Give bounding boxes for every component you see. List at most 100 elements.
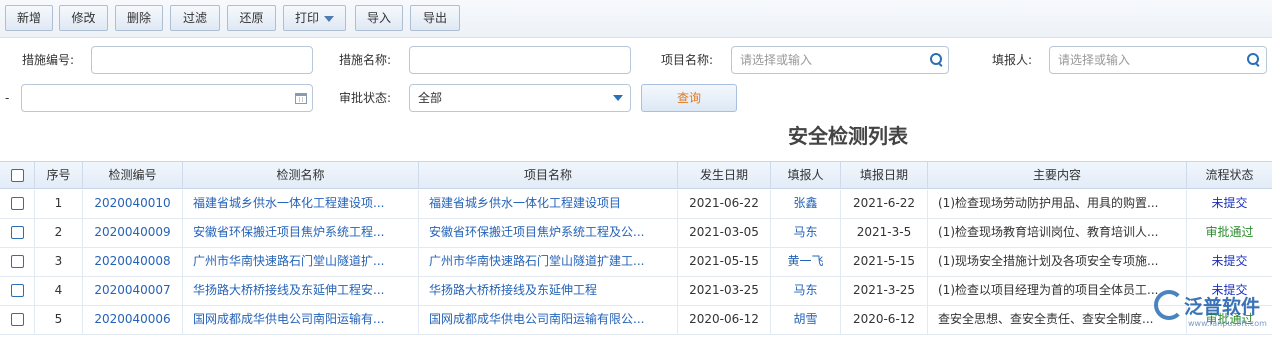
row-fill-date: 2021-3-25 — [841, 277, 928, 305]
header-reporter[interactable]: 填报人 — [771, 162, 841, 188]
search-icon[interactable] — [1247, 53, 1261, 67]
print-button[interactable]: 打印 — [283, 5, 346, 31]
row-name-link[interactable]: 国网成都成华供电公司南阳运输有... — [183, 306, 419, 334]
approval-status-label: 审批状态: — [339, 91, 392, 105]
print-label: 打印 — [294, 11, 319, 25]
row-reporter-link[interactable]: 马东 — [771, 277, 841, 305]
row-name-link[interactable]: 福建省城乡供水一体化工程建设项... — [183, 190, 419, 218]
row-checkbox[interactable] — [10, 197, 24, 210]
row-project-link[interactable]: 广州市华南快速路石门堂山隧道扩建工... — [419, 248, 678, 276]
row-checkbox[interactable] — [10, 284, 24, 297]
row-reporter-link[interactable]: 张鑫 — [771, 190, 841, 218]
row-content: (1)检查现场教育培训岗位、教育培训人... — [928, 219, 1187, 247]
row-content: 查安全思想、查安全责任、查安全制度... — [928, 306, 1187, 334]
row-checkbox[interactable] — [10, 313, 24, 326]
header-status[interactable]: 流程状态 — [1187, 162, 1272, 188]
select-all-checkbox[interactable] — [10, 169, 24, 182]
approval-status-value: 全部 — [418, 91, 443, 105]
restore-button[interactable]: 还原 — [227, 5, 276, 31]
chevron-down-icon — [613, 95, 623, 101]
row-date: 2021-03-25 — [678, 277, 771, 305]
table-row[interactable]: 3 2020040008 广州市华南快速路石门堂山隧道扩... 广州市华南快速路石门堂… — [0, 248, 1272, 277]
header-no: 序号 — [35, 162, 83, 188]
row-date: 2020-06-12 — [678, 306, 771, 334]
date-end-input[interactable] — [21, 84, 313, 112]
row-no: 5 — [35, 306, 83, 334]
page-title: 安全检测列表 — [788, 124, 908, 148]
row-fill-date: 2020-6-12 — [841, 306, 928, 334]
page: 新增 修改 删除 过滤 还原 打印 导入 导出 措施编号: 措施名称: 项目名称… — [0, 0, 1272, 337]
approval-status-select[interactable]: 全部 — [409, 84, 631, 112]
project-name-placeholder: 请选择或输入 — [740, 53, 813, 67]
row-code-link[interactable]: 2020040010 — [83, 190, 183, 218]
row-status[interactable]: 未提交 — [1187, 190, 1272, 218]
row-code-link[interactable]: 2020040009 — [83, 219, 183, 247]
row-name-link[interactable]: 广州市华南快速路石门堂山隧道扩... — [183, 248, 419, 276]
row-no: 2 — [35, 219, 83, 247]
row-reporter-link[interactable]: 黄一飞 — [771, 248, 841, 276]
select-all-cell — [0, 162, 35, 188]
chevron-down-icon — [324, 15, 334, 22]
query-button[interactable]: 查询 — [641, 84, 737, 112]
row-project-link[interactable]: 国网成都成华供电公司南阳运输有限公... — [419, 306, 678, 334]
header-name[interactable]: 检测名称 — [183, 162, 419, 188]
row-no: 4 — [35, 277, 83, 305]
row-project-link[interactable]: 安徽省环保搬迁项目焦炉系统工程及公... — [419, 219, 678, 247]
filter-button[interactable]: 过滤 — [170, 5, 220, 31]
row-checkbox[interactable] — [10, 255, 24, 268]
row-no: 3 — [35, 248, 83, 276]
row-project-link[interactable]: 华扬路大桥桥接线及东延伸工程 — [419, 277, 678, 305]
header-content[interactable]: 主要内容 — [928, 162, 1187, 188]
row-fill-date: 2021-5-15 — [841, 248, 928, 276]
header-date[interactable]: 发生日期 — [678, 162, 771, 188]
brand-logo-icon — [1154, 290, 1184, 320]
row-date: 2021-05-15 — [678, 248, 771, 276]
import-button[interactable]: 导入 — [355, 5, 403, 31]
header-fill-date[interactable]: 填报日期 — [841, 162, 928, 188]
measure-no-input[interactable] — [91, 46, 313, 74]
edit-button[interactable]: 修改 — [59, 5, 108, 31]
measure-name-input[interactable] — [409, 46, 631, 74]
calendar-icon[interactable] — [295, 93, 307, 104]
table-row[interactable]: 2 2020040009 安徽省环保搬迁项目焦炉系统工程... 安徽省环保搬迁项目焦炉… — [0, 219, 1272, 248]
row-date: 2021-03-05 — [678, 219, 771, 247]
row-code-link[interactable]: 2020040006 — [83, 306, 183, 334]
row-status[interactable]: 未提交 — [1187, 248, 1272, 276]
row-no: 1 — [35, 190, 83, 218]
brand-watermark: 泛普软件 www.fanpusoft.com — [1150, 288, 1272, 337]
reporter-label: 填报人: — [992, 53, 1033, 67]
row-select-cell — [0, 248, 35, 276]
export-button[interactable]: 导出 — [410, 5, 460, 31]
search-icon[interactable] — [930, 53, 944, 67]
table-row[interactable]: 1 2020040010 福建省城乡供水一体化工程建设项... 福建省城乡供水一体化工… — [0, 190, 1272, 219]
row-status[interactable]: 审批通过 — [1187, 219, 1272, 247]
measure-no-label: 措施编号: — [22, 53, 75, 67]
delete-button[interactable]: 删除 — [115, 5, 163, 31]
add-button[interactable]: 新增 — [5, 5, 53, 31]
table-row[interactable]: 5 2020040006 国网成都成华供电公司南阳运输有... 国网成都成华供电公司南… — [0, 306, 1272, 335]
project-name-input[interactable]: 请选择或输入 — [731, 46, 949, 74]
row-reporter-link[interactable]: 马东 — [771, 219, 841, 247]
row-select-cell — [0, 190, 35, 218]
row-code-link[interactable]: 2020040008 — [83, 248, 183, 276]
measure-name-label: 措施名称: — [339, 53, 392, 67]
row-project-link[interactable]: 福建省城乡供水一体化工程建设项目 — [419, 190, 678, 218]
row-select-cell — [0, 277, 35, 305]
row-name-link[interactable]: 华扬路大桥桥接线及东延伸工程安... — [183, 277, 419, 305]
header-project[interactable]: 项目名称 — [419, 162, 678, 188]
row-content: (1)检查以项目经理为首的项目全体员工... — [928, 277, 1187, 305]
row-date: 2021-06-22 — [678, 190, 771, 218]
row-content: (1)现场安全措施计划及各项安全专项施... — [928, 248, 1187, 276]
range-dash: - — [5, 91, 10, 105]
toolbar: 新增 修改 删除 过滤 还原 打印 导入 导出 — [0, 0, 1272, 38]
project-name-label: 项目名称: — [661, 53, 714, 67]
header-code[interactable]: 检测编号 — [83, 162, 183, 188]
reporter-input[interactable]: 请选择或输入 — [1049, 46, 1267, 74]
row-reporter-link[interactable]: 胡雪 — [771, 306, 841, 334]
table-row[interactable]: 4 2020040007 华扬路大桥桥接线及东延伸工程安... 华扬路大桥桥接线及东延… — [0, 277, 1272, 306]
watermark-brand: 泛普软件 — [1184, 296, 1261, 318]
row-code-link[interactable]: 2020040007 — [83, 277, 183, 305]
row-checkbox[interactable] — [10, 226, 24, 239]
row-fill-date: 2021-3-5 — [841, 219, 928, 247]
row-name-link[interactable]: 安徽省环保搬迁项目焦炉系统工程... — [183, 219, 419, 247]
